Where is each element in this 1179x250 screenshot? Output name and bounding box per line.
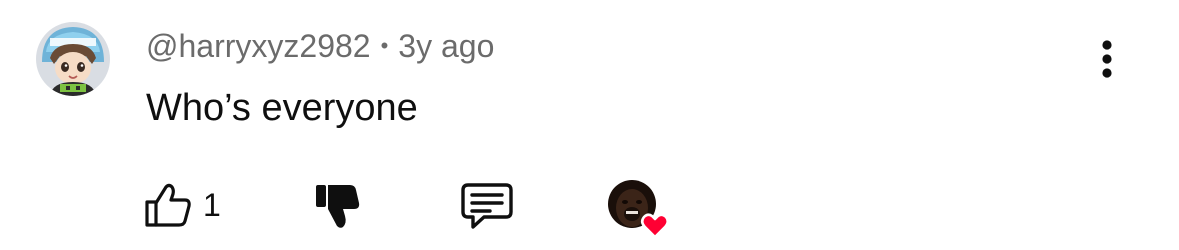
comment-item: @harryxyz2982 • 3y ago Who’s everyone 1 [0,0,1179,250]
more-options-button[interactable] [1088,36,1126,82]
comment-meta: @harryxyz2982 • 3y ago [146,28,494,64]
comment-bubble-icon [461,183,513,229]
comment-timestamp[interactable]: 3y ago [398,28,494,64]
like-count: 1 [203,187,221,223]
thumbs-down-icon [316,185,360,228]
comment-text: Who’s everyone [146,87,418,129]
anime-character-avatar-icon [36,22,110,96]
thumbs-up-icon [145,183,191,227]
creator-heart-icon [608,180,670,238]
avatar[interactable] [36,22,110,96]
meta-separator: • [380,33,389,58]
reply-button[interactable] [460,181,514,231]
like-button[interactable] [144,181,192,229]
creator-heart-badge[interactable] [608,180,672,238]
author-handle[interactable]: @harryxyz2982 [146,28,371,64]
dislike-button[interactable] [312,181,362,231]
more-vertical-icon [1102,40,1112,78]
